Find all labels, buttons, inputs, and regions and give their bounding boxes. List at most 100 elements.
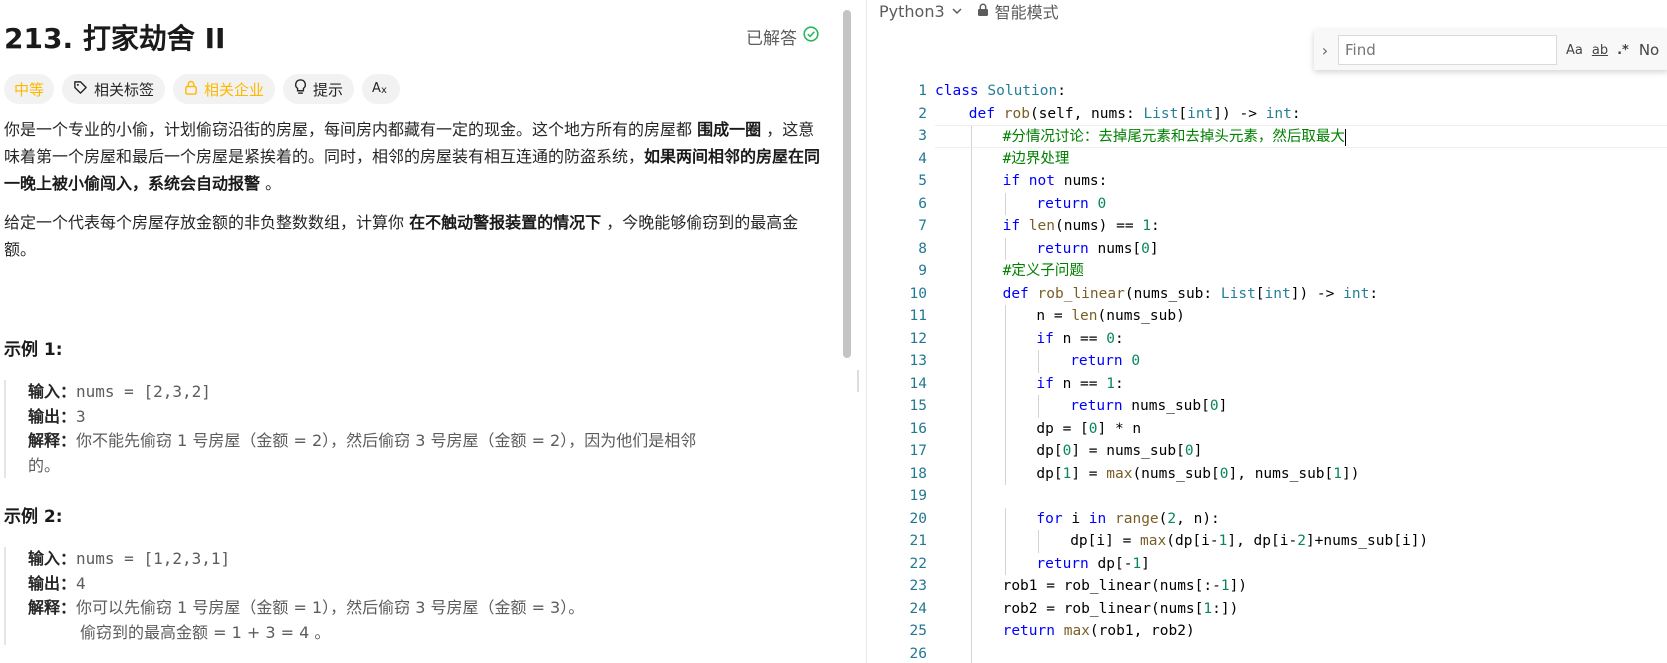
code-token: dp[ — [1036, 465, 1063, 482]
code-token: not — [1028, 173, 1055, 189]
line-number: 24 — [909, 600, 927, 617]
code-token: dp[i] = — [1070, 533, 1141, 549]
code-line: def rob(self, nums: List[int]) -> int: — [935, 103, 1667, 126]
example-2-title: 示例 2: — [4, 507, 63, 527]
topics-tag-button[interactable]: 相关标签 — [62, 74, 166, 104]
indent-guide — [970, 305, 972, 328]
regex-toggle[interactable]: .* — [1617, 43, 1629, 58]
find-input[interactable] — [1338, 35, 1557, 65]
indent-guide — [1004, 327, 1006, 350]
code-token: (dp[i- — [1166, 533, 1219, 549]
code-token: dp = [ — [1036, 420, 1089, 437]
difficulty-badge: 中等 — [4, 74, 55, 104]
code-line: dp[1] = max(nums_sub[0], nums_sub[1]) — [935, 462, 1667, 485]
code-token: ] — [1141, 555, 1150, 572]
language-select[interactable]: Python3 — [879, 2, 963, 21]
indent-guide — [970, 372, 972, 395]
match-case-toggle[interactable]: Aa — [1566, 43, 1583, 58]
svg-text:A: A — [372, 81, 381, 95]
code-line: if n == 0: — [935, 327, 1667, 350]
code-token: len — [1071, 308, 1098, 324]
code-token: 0 — [1131, 353, 1141, 369]
example-2-block: 输入：nums = [1,2,3,1] 输出：4 解释：你可以先偷窃 1 号房屋… — [4, 547, 828, 645]
code-line: dp = [0] * n — [935, 417, 1667, 440]
line-number: 7 — [918, 218, 927, 234]
indent-guide — [970, 192, 972, 215]
code-token: class — [935, 83, 979, 99]
find-result-count: No — [1638, 41, 1660, 59]
indent-guide — [1004, 552, 1006, 575]
solved-label: 已解答 — [746, 29, 797, 49]
companies-tag-button[interactable]: 相关企业 — [173, 74, 276, 104]
code-editor-panel: Python3 智能模式 › Aa ab .* No 1 2 3 4 5 6 7… — [866, 0, 1667, 663]
smart-mode-toggle[interactable]: 智能模式 — [977, 0, 1059, 23]
line-number: 15 — [909, 398, 927, 414]
line-number: 19 — [909, 488, 927, 504]
code-token: dp[ — [1036, 443, 1063, 459]
translate-button[interactable]: Ax — [362, 74, 401, 104]
code-token: 0 — [1097, 195, 1107, 212]
code-token: n == — [1053, 330, 1107, 347]
smart-mode-label: 智能模式 — [994, 3, 1059, 22]
description-scrollbar[interactable] — [843, 10, 851, 358]
code-token: i — [1062, 510, 1089, 527]
code-line — [935, 485, 1667, 508]
companies-tag-label: 相关企业 — [204, 80, 265, 99]
code-token: ]+nums_sub[i]) — [1305, 533, 1429, 549]
panel-resize-handle[interactable] — [857, 370, 859, 392]
code-line: for i in range(2, n): — [935, 507, 1667, 530]
code-token: List — [1220, 285, 1256, 302]
output-value: 4 — [76, 573, 86, 593]
hint-button[interactable]: 提示 — [283, 74, 355, 104]
code-token: return — [1070, 398, 1123, 414]
svg-text:x: x — [381, 85, 387, 95]
desc-text: 你是一个专业的小偷，计划偷窃沿街的房屋，每间房内都藏有一定的现金。这个地方所有的… — [4, 120, 698, 139]
line-number: 2 — [918, 105, 927, 122]
code-token: return — [1036, 240, 1089, 257]
output-label: 输出： — [28, 573, 77, 593]
desc-text: 给定一个代表每个房屋存放金额的非负整数数组，计算你 — [4, 213, 410, 232]
explain-continuation: 偷窃到的最高金额 = 1 + 3 = 4 。 — [80, 622, 331, 642]
topics-tag-label: 相关标签 — [94, 80, 155, 99]
indent-guide — [970, 126, 972, 147]
code-token: #分情况讨论：去掉尾元素和去掉头元素，然后取最大 — [1002, 129, 1345, 145]
code-token: ] — [1218, 398, 1228, 414]
code-token: 0 — [1106, 330, 1115, 347]
indent-guide — [970, 507, 972, 530]
problem-description-2: 给定一个代表每个房屋存放金额的非负整数数组，计算你 在不触动警报装置的情况下 ，… — [4, 209, 824, 263]
code-token: ], dp[i- — [1227, 533, 1298, 549]
code-token: int — [1187, 105, 1214, 122]
input-label: 输入： — [28, 549, 77, 568]
language-label: Python3 — [879, 1, 945, 21]
code-token: rob — [1003, 105, 1030, 122]
code-line: rob1 = rob_linear(nums[:-1]) — [935, 575, 1667, 598]
code-token: 2 — [1297, 533, 1306, 549]
line-number: 13 — [909, 353, 927, 369]
code-token: : — [1369, 285, 1379, 302]
code-token: int — [1265, 105, 1292, 122]
indent-guide — [970, 620, 972, 643]
indent-guide — [970, 350, 972, 373]
code-token: nums[ — [1088, 240, 1142, 257]
indent-guide — [1004, 395, 1006, 418]
code-token: (nums) == — [1055, 218, 1143, 234]
code-token: int — [1264, 285, 1291, 302]
code-line: return max(rob1, rob2) — [935, 620, 1667, 643]
code-token: 0 — [1141, 240, 1150, 257]
code-token: (nums_sub[ — [1132, 465, 1220, 482]
code-token: : — [1114, 330, 1124, 347]
line-number: 6 — [918, 195, 927, 212]
code-token: rob_linear — [1037, 285, 1125, 302]
code-token: (nums_sub) — [1097, 308, 1185, 324]
whole-word-toggle[interactable]: ab — [1592, 43, 1608, 58]
explain-value: 你不能先偷窃 1 号房屋（金额 = 2），然后偷窃 3 号房屋（金额 = 2），… — [76, 431, 697, 450]
chevron-right-icon[interactable]: › — [1314, 41, 1336, 60]
code-token: ], nums_sub[ — [1228, 465, 1334, 482]
code-token: def — [1002, 285, 1029, 302]
code-area[interactable]: class Solution: def rob(self, nums: List[… — [935, 80, 1667, 663]
code-token: (rob1, rob2) — [1089, 623, 1195, 639]
code-token: ]) -> — [1213, 105, 1266, 122]
